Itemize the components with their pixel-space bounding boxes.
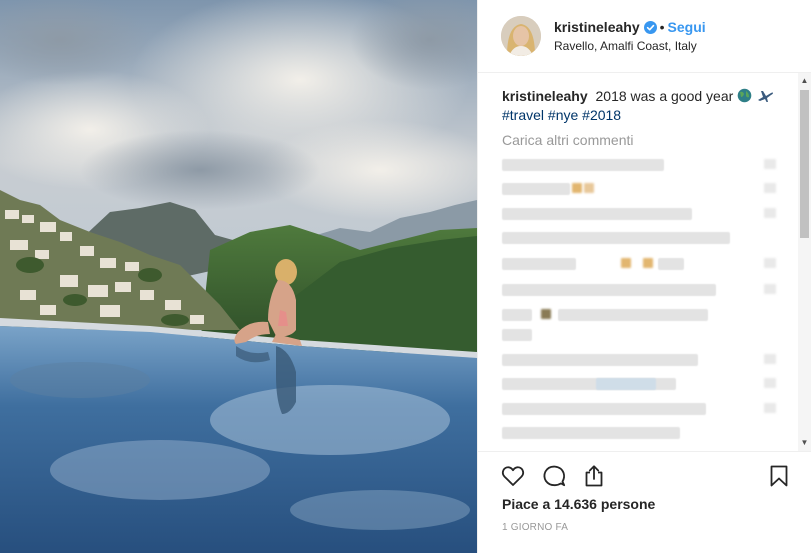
post-photo[interactable] [0,0,477,553]
blurred-comment-line [502,232,730,244]
scroll-thumb[interactable] [800,90,809,238]
blurred-comment-line [572,183,582,193]
comments-scrollbar[interactable]: ▲ ▼ [798,73,811,451]
blurred-comment-line [658,258,684,270]
blurred-comment-line [502,258,576,270]
heart-icon[interactable] [500,463,526,489]
username[interactable]: kristineleahy [554,19,640,35]
blurred-comment-line [502,403,706,415]
blurred-comment-line [764,354,776,364]
blurred-comment-line [764,258,776,268]
blurred-comment-line [558,309,708,321]
likes-count[interactable]: Piace a 14.636 persone [502,496,655,512]
blurred-comment-line [764,378,776,388]
post-header: kristineleahy • Segui Ravello, Amalfi Coas… [478,0,811,73]
blurred-comment-line [502,427,680,439]
blurred-comment-line [764,403,776,413]
blurred-comment-line [621,258,631,268]
load-more-comments[interactable]: Carica altri commenti [502,132,633,148]
blurred-comment-line [541,309,551,319]
follow-button[interactable]: Segui [668,19,706,35]
comment-icon[interactable] [541,463,567,489]
blurred-comment-line [502,183,570,195]
bookmark-icon[interactable] [766,463,792,489]
username-line: kristineleahy • Segui [554,19,706,36]
globe-icon [737,88,752,104]
blurred-comment-line [764,159,776,169]
blurred-comment-line [502,354,698,366]
location-link[interactable]: Ravello, Amalfi Coast, Italy [554,39,697,53]
avatar[interactable] [501,16,541,56]
blurred-comment-line [502,208,692,220]
post-actions: Piace a 14.636 persone 1 GIORNO FA [478,451,811,553]
blurred-comment-line [502,159,664,171]
blurred-comment-line [584,183,594,193]
blurred-comment-line [764,183,776,193]
blurred-comment-line [596,378,656,390]
blurred-comment-line [502,284,716,296]
blurred-comment-line [502,309,532,321]
caption-text: 2018 was a good year [595,88,734,104]
scroll-down-arrow-icon[interactable]: ▼ [798,437,811,449]
blurred-comment-line [502,329,532,341]
post-timestamp[interactable]: 1 GIORNO FA [502,522,568,533]
scroll-up-arrow-icon[interactable]: ▲ [798,75,811,87]
separator-dot: • [659,19,665,35]
blurred-comment-line [764,284,776,294]
post-panel: kristineleahy • Segui Ravello, Amalfi Coas… [477,0,811,553]
airplane-icon [756,88,774,104]
hashtags[interactable]: #travel #nye #2018 [502,107,621,123]
blurred-comment-line [764,208,776,218]
share-icon[interactable] [581,463,607,489]
caption-username[interactable]: kristineleahy [502,88,588,104]
comments-area[interactable]: kristineleahy 2018 was a good year #trav… [478,73,811,451]
post-caption: kristineleahy 2018 was a good year #trav… [502,87,784,125]
verified-badge-icon [643,21,657,34]
blurred-comment-line [643,258,653,268]
